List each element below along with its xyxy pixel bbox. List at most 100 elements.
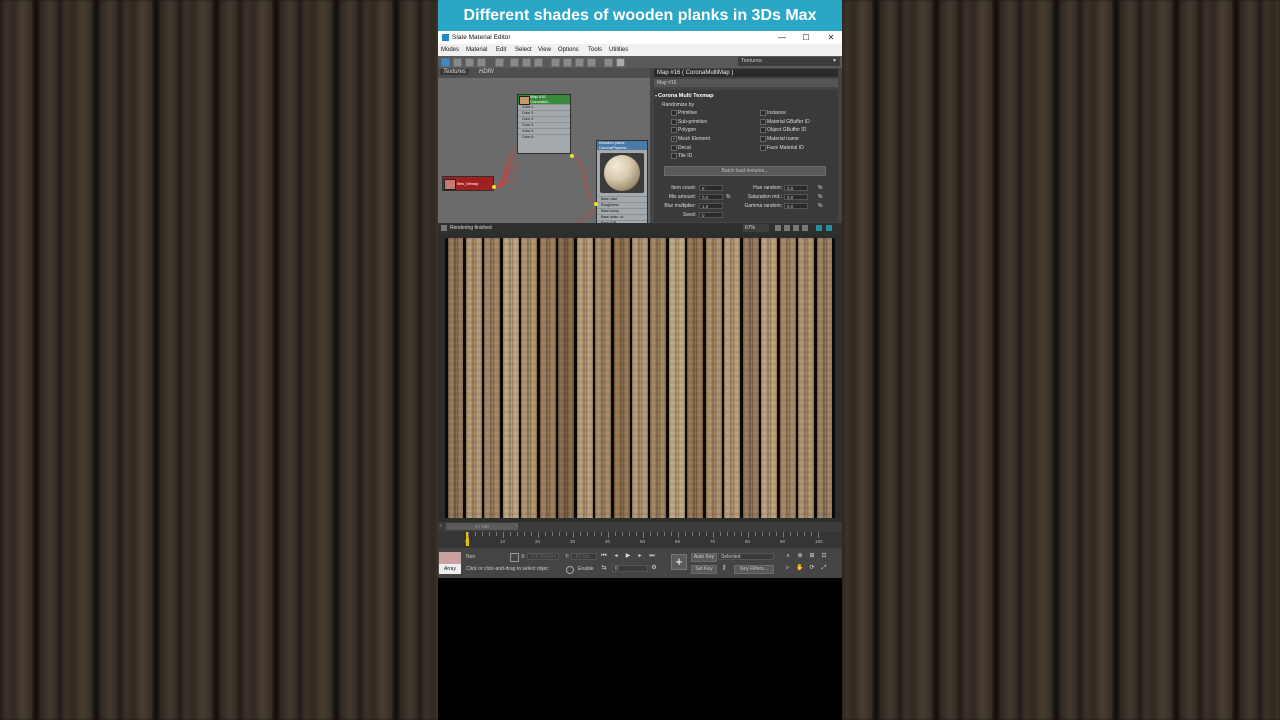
checkbox-mesh-element[interactable]: ✓ [671, 136, 677, 142]
checkbox-material-name[interactable] [760, 136, 766, 142]
key-mode-icon[interactable]: ⇆ [600, 565, 608, 572]
mix-amount-spinner[interactable]: 0,0 [699, 194, 723, 200]
select-by-material-icon[interactable] [616, 58, 625, 67]
map-name-field[interactable]: Map #16 ( CoronaMultiMap ) [654, 69, 838, 77]
goto-end-icon[interactable]: ⏭ [648, 553, 656, 560]
assign-material-icon[interactable] [477, 58, 486, 67]
time-slider[interactable]: ‹ 0 / 100 › [438, 522, 842, 532]
close-button[interactable]: ✕ [821, 31, 841, 44]
timeline-tick [678, 532, 679, 538]
timeline-tick [671, 532, 672, 536]
delete-icon[interactable] [495, 58, 504, 67]
maximize-viewport-icon[interactable]: ⤢ [820, 565, 828, 572]
isolate-icon[interactable] [566, 566, 574, 574]
next-frame-icon[interactable]: › [516, 523, 518, 529]
current-frame-field[interactable]: 0 [612, 565, 648, 572]
menu-modes[interactable]: Modes [441, 47, 459, 53]
menu-utilities[interactable]: Utilities [609, 47, 628, 53]
fit-icon[interactable] [802, 225, 808, 231]
set-key-button[interactable]: Set Key [691, 565, 717, 574]
y-coordinate-field[interactable]: -87,0m [571, 553, 597, 560]
show-background-icon[interactable] [551, 58, 560, 67]
material-parameter-icon[interactable] [587, 58, 596, 67]
material-input-port[interactable] [594, 202, 598, 206]
key-filter-selection-dropdown[interactable]: Selected [718, 553, 774, 560]
checkbox-decal[interactable] [671, 145, 677, 151]
multimap-slot-6[interactable]: Color 6 [518, 134, 570, 140]
pan-view-icon[interactable]: ✋ [796, 565, 804, 572]
key-filters-button[interactable]: Key Filters... [734, 565, 774, 574]
render-icon[interactable] [826, 225, 832, 231]
show-map-icon[interactable] [534, 58, 543, 67]
menu-material[interactable]: Material [466, 47, 487, 53]
prev-key-icon[interactable]: ◂ [612, 553, 620, 560]
saturation-random-spinner[interactable]: 0,0 [784, 194, 808, 200]
play-icon[interactable]: ▶ [624, 553, 632, 560]
hue-random-spinner[interactable]: 0,0 [784, 185, 808, 191]
checkbox-sub-primitive[interactable] [671, 119, 677, 125]
rollout-title[interactable]: Corona Multi Texmap [658, 93, 714, 99]
put-to-scene-icon[interactable] [465, 58, 474, 67]
time-config-icon[interactable]: ⚙ [650, 565, 658, 572]
gamma-random-spinner[interactable]: 0,0 [784, 203, 808, 209]
zoom-all-icon[interactable]: ⊕ [796, 553, 804, 560]
zoom-icon[interactable] [784, 225, 790, 231]
zoom-extents-all-icon[interactable]: ⊡ [820, 553, 828, 560]
checkbox-face-material-id[interactable] [760, 145, 766, 151]
menu-select[interactable]: Select [515, 47, 532, 53]
goto-start-icon[interactable]: ⏮ [600, 553, 608, 560]
fov-icon[interactable]: ▹ [784, 565, 792, 572]
zoom-viewport-icon[interactable]: ⌕ [784, 553, 792, 560]
bitmap-node[interactable]: tiles_bitmap [442, 176, 494, 191]
checkbox-material-gbuffer[interactable] [760, 119, 766, 125]
checkbox-instance[interactable] [760, 110, 766, 116]
region-icon[interactable] [793, 225, 799, 231]
pick-material-icon[interactable] [453, 58, 462, 67]
prev-frame-icon[interactable]: ‹ [440, 523, 442, 529]
checkbox-polygon[interactable] [671, 127, 677, 133]
batch-load-textures-button[interactable]: Batch load textures... [664, 166, 826, 176]
item-count-spinner[interactable]: 6 [699, 185, 723, 191]
checkbox-primitive[interactable] [671, 110, 677, 116]
menu-options[interactable]: Options [558, 47, 579, 53]
frame-counter[interactable]: 0 / 100 [446, 523, 518, 530]
maxscript-listener-thumb[interactable] [439, 552, 461, 564]
checkbox-object-gbuffer[interactable] [760, 127, 766, 133]
orbit-icon[interactable]: ⟳ [808, 565, 816, 572]
timeline-track[interactable]: 0 10 20 30 40 50 60 70 80 90 100 [438, 532, 842, 548]
selection-lock-icon[interactable] [510, 553, 519, 562]
key-mode-toggle-icon[interactable]: ⚷ [720, 565, 728, 572]
rollout-collapse-icon[interactable]: ▾ [655, 93, 657, 98]
multimap-node[interactable]: Map #16 CoronaMI... Color 1 Color 2 Colo… [517, 94, 571, 154]
menu-view[interactable]: View [538, 47, 551, 53]
zoom-dropdown[interactable]: 67% [743, 224, 769, 232]
select-tool-icon[interactable] [441, 58, 450, 67]
hide-unused-icon[interactable] [522, 58, 531, 67]
next-key-icon[interactable]: ▸ [636, 553, 644, 560]
move-children-icon[interactable] [510, 58, 519, 67]
settings-icon[interactable] [816, 225, 822, 231]
layout-children-icon[interactable] [575, 58, 584, 67]
auto-key-button[interactable]: Auto Key [691, 553, 717, 562]
nav-icon[interactable] [604, 58, 613, 67]
bitmap-output-port[interactable] [492, 185, 496, 189]
render-status: Rendering finished [450, 225, 492, 231]
minimize-button[interactable]: — [772, 31, 792, 44]
layout-all-icon[interactable] [563, 58, 572, 67]
array-label[interactable]: Array [439, 564, 461, 574]
menu-edit[interactable]: Edit [496, 47, 506, 53]
timeline-tick-label: 100 [815, 539, 823, 544]
seed-spinner[interactable]: 0 [699, 212, 723, 218]
x-coordinate-field[interactable]: 172,556mm [527, 553, 559, 560]
set-key-plus-button[interactable]: + [671, 554, 687, 570]
browser-filter-select[interactable]: Textures ▼ [738, 57, 840, 66]
render-viewport[interactable] [438, 233, 842, 522]
blur-multiplier-spinner[interactable]: 1,0 [699, 203, 723, 209]
menu-tools[interactable]: Tools [588, 47, 602, 53]
pan-hand-icon[interactable] [775, 225, 781, 231]
checkbox-tile-id[interactable] [671, 153, 677, 159]
multimap-output-port[interactable] [570, 154, 574, 158]
maximize-button[interactable]: ☐ [796, 31, 816, 44]
zoom-extents-icon[interactable]: ⊞ [808, 553, 816, 560]
node-view[interactable]: Textures HDRI Map #16 CoronaMI... Color … [438, 68, 650, 255]
